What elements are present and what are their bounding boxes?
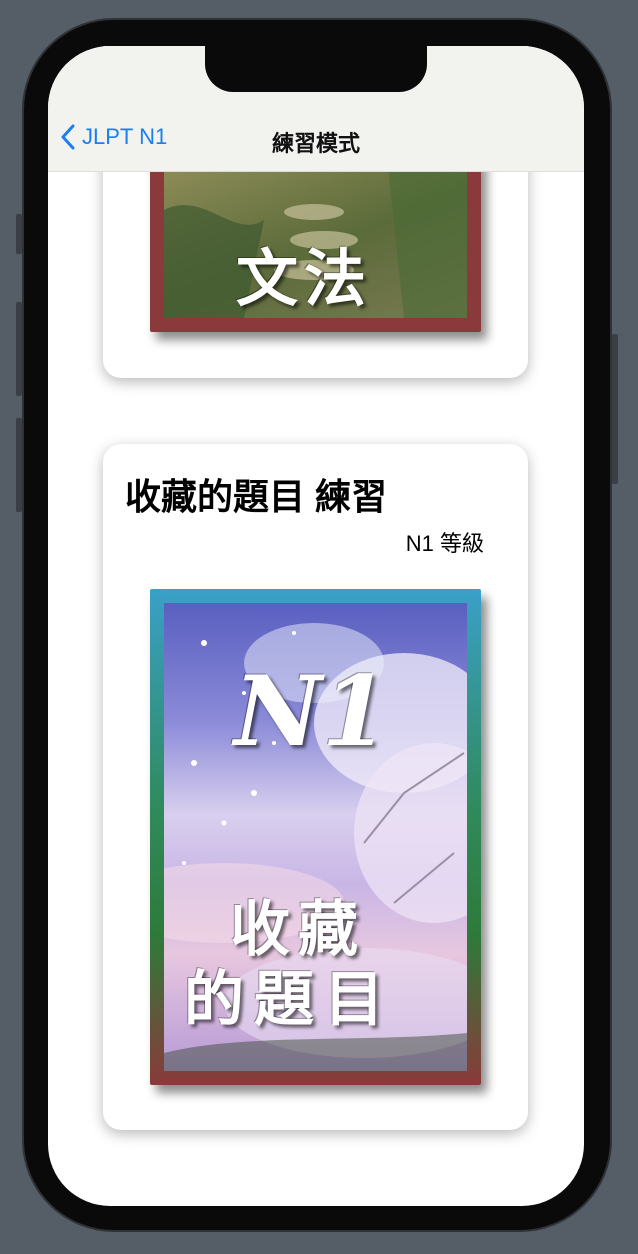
level-label: N1 等級 (405, 531, 484, 556)
cover-line2: 的題目 (184, 965, 394, 1035)
card-title: 收藏的題目 練習 (125, 476, 388, 517)
notch (205, 46, 427, 92)
page-title: 練習模式 (271, 131, 360, 156)
favorites-cover-image[interactable]: N1 收藏 的題目 (150, 589, 481, 1085)
screen: 文法 收藏的題目 練習 N1 等級 N1 收藏 的題目 JLPT N1 練習模式 (48, 46, 584, 1206)
cover-badge: N1 (234, 655, 389, 768)
power-button (612, 334, 618, 484)
grammar-cover-title: 文法 (236, 242, 373, 315)
favorites-practice-card[interactable]: 收藏的題目 練習 N1 等級 N1 收藏 的題目 (103, 444, 528, 1130)
